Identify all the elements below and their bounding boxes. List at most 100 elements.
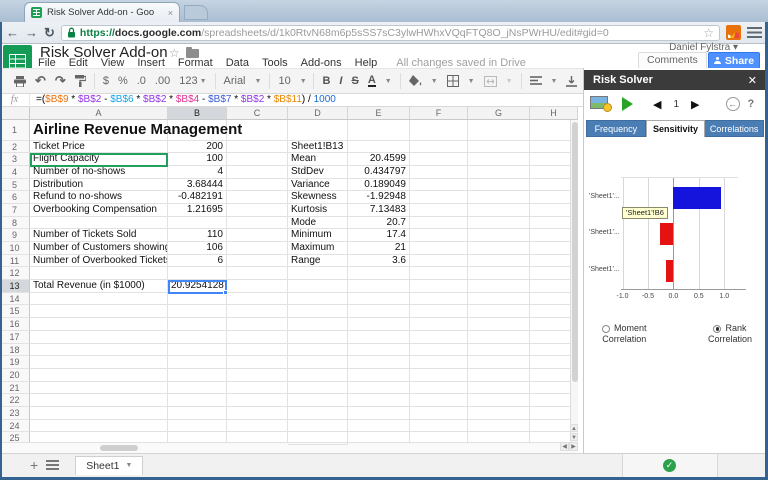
formula-text[interactable]: =($B$9 * $B$2 - $B$6 * $B$2 * $B$4 - $B$… <box>30 94 336 105</box>
cell-E2[interactable] <box>348 141 410 154</box>
cell-A5[interactable]: Distribution <box>30 179 168 192</box>
cell-E10[interactable]: 21 <box>348 242 410 255</box>
cell-B10[interactable]: 106 <box>168 242 227 255</box>
borders-icon[interactable] <box>447 75 459 87</box>
radio-circle-icon[interactable] <box>713 325 721 333</box>
merge-cells-icon[interactable] <box>484 76 497 87</box>
cell-D2[interactable]: Sheet1!B13 <box>288 141 348 154</box>
currency-format-button[interactable]: $ <box>103 75 109 87</box>
cell-F5[interactable] <box>410 179 468 192</box>
cell-F18[interactable] <box>410 344 468 357</box>
bold-button[interactable]: B <box>322 75 330 87</box>
column-header-B[interactable]: B <box>168 107 227 119</box>
cell-F14[interactable] <box>410 293 468 306</box>
undo-icon[interactable]: ↶ <box>35 73 46 89</box>
cell-F7[interactable] <box>410 204 468 217</box>
row-header-7[interactable]: 7 <box>0 204 30 217</box>
cell-E22[interactable] <box>348 394 410 407</box>
column-header-H[interactable]: H <box>530 107 578 119</box>
cell-E19[interactable] <box>348 356 410 369</box>
cell-E12[interactable] <box>348 267 410 280</box>
cell-A11[interactable]: Number of Overbooked Tickets <box>30 255 168 268</box>
cell-A21[interactable] <box>30 382 168 395</box>
sheet-tab[interactable]: Sheet1 ▼ <box>75 456 143 475</box>
cell-A18[interactable] <box>30 344 168 357</box>
cell-B22[interactable] <box>168 394 227 407</box>
cell-D5[interactable]: Variance <box>288 179 348 192</box>
cell-G3[interactable] <box>468 153 530 166</box>
cell-A13[interactable]: Total Revenue (in $1000) <box>30 280 168 293</box>
cell-A1[interactable]: Airline Revenue Management <box>30 120 168 141</box>
cell-B5[interactable]: 3.68444 <box>168 179 227 192</box>
cell-B16[interactable] <box>168 318 227 331</box>
cell-C24[interactable] <box>227 420 288 433</box>
cell-F2[interactable] <box>410 141 468 154</box>
cell-B15[interactable] <box>168 305 227 318</box>
back-button[interactable]: ← <box>6 26 19 39</box>
increase-decimals-button[interactable]: .00 <box>155 75 170 87</box>
font-size-select[interactable]: 10 <box>278 75 290 87</box>
cell-B11[interactable]: 6 <box>168 255 227 268</box>
cell-G15[interactable] <box>468 305 530 318</box>
italic-button[interactable]: I <box>339 75 342 87</box>
cell-C9[interactable] <box>227 229 288 242</box>
row-header-18[interactable]: 18 <box>0 344 30 357</box>
cell-D12[interactable] <box>288 267 348 280</box>
cell-A9[interactable]: Number of Tickets Sold <box>30 229 168 242</box>
cell-F20[interactable] <box>410 369 468 382</box>
fill-color-icon[interactable] <box>409 75 422 87</box>
cell-B3[interactable]: 100 <box>168 153 227 166</box>
cell-G20[interactable] <box>468 369 530 382</box>
cell-G13[interactable] <box>468 280 530 293</box>
row-header-13[interactable]: 13 <box>0 280 30 293</box>
cell-A22[interactable] <box>30 394 168 407</box>
row-header-20[interactable]: 20 <box>0 369 30 382</box>
cell-G9[interactable] <box>468 229 530 242</box>
cell-D24[interactable] <box>288 420 348 433</box>
next-trial-icon[interactable]: ▶ <box>691 98 699 111</box>
row-header-21[interactable]: 21 <box>0 382 30 395</box>
cell-D9[interactable]: Minimum <box>288 229 348 242</box>
cell-D16[interactable] <box>288 318 348 331</box>
column-header-D[interactable]: D <box>288 107 348 119</box>
cell-A23[interactable] <box>30 407 168 420</box>
radio-rank-correlation[interactable]: RankCorrelation <box>708 323 752 345</box>
radio-moment-correlation[interactable]: MomentCorrelation <box>602 323 647 345</box>
cell-C19[interactable] <box>227 356 288 369</box>
cell-C11[interactable] <box>227 255 288 268</box>
cell-E5[interactable]: 0.189049 <box>348 179 410 192</box>
cell-A4[interactable]: Number of no-shows <box>30 166 168 179</box>
cell-F3[interactable] <box>410 153 468 166</box>
cell-C10[interactable] <box>227 242 288 255</box>
cell-G4[interactable] <box>468 166 530 179</box>
cell-G11[interactable] <box>468 255 530 268</box>
cell-A2[interactable]: Ticket Price <box>30 141 168 154</box>
cell-G1[interactable] <box>468 120 530 141</box>
cell-G23[interactable] <box>468 407 530 420</box>
row-header-16[interactable]: 16 <box>0 318 30 331</box>
cell-D20[interactable] <box>288 369 348 382</box>
cell-E15[interactable] <box>348 305 410 318</box>
cell-G8[interactable] <box>468 217 530 230</box>
chart-bar-1[interactable] <box>673 187 721 209</box>
cell-C6[interactable] <box>227 191 288 204</box>
url-bar[interactable]: https://docs.google.com/spreadsheets/d/1… <box>61 25 720 41</box>
row-header-19[interactable]: 19 <box>0 356 30 369</box>
row-header-23[interactable]: 23 <box>0 407 30 420</box>
column-header-F[interactable]: F <box>410 107 468 119</box>
cell-G16[interactable] <box>468 318 530 331</box>
strikethrough-button[interactable]: S <box>351 75 358 87</box>
cell-D14[interactable] <box>288 293 348 306</box>
cell-G12[interactable] <box>468 267 530 280</box>
cell-B2[interactable]: 200 <box>168 141 227 154</box>
cell-F10[interactable] <box>410 242 468 255</box>
cell-F17[interactable] <box>410 331 468 344</box>
cell-G2[interactable] <box>468 141 530 154</box>
cell-E8[interactable]: 20.7 <box>348 217 410 230</box>
vertical-align-icon[interactable] <box>566 76 577 87</box>
cell-F19[interactable] <box>410 356 468 369</box>
cell-G22[interactable] <box>468 394 530 407</box>
cell-B18[interactable] <box>168 344 227 357</box>
add-sheet-button[interactable]: + <box>30 457 38 473</box>
cell-G14[interactable] <box>468 293 530 306</box>
